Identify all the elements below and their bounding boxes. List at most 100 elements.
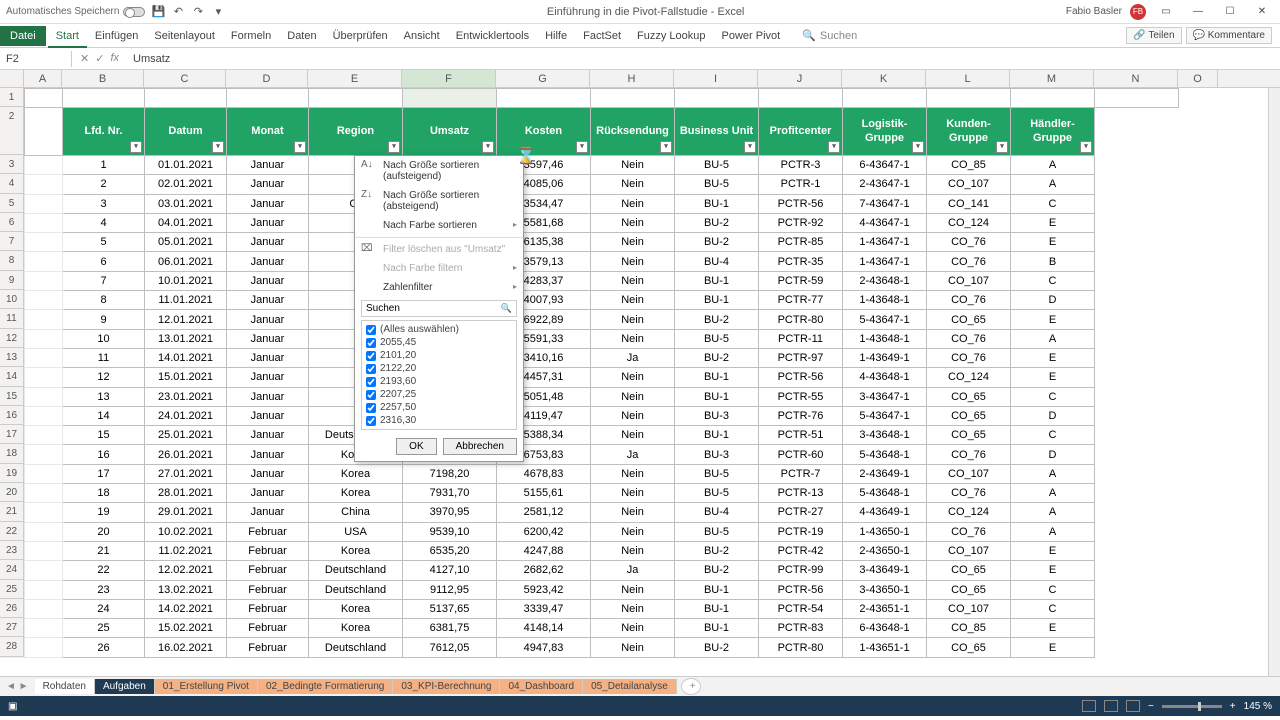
select-all-corner[interactable]	[0, 70, 24, 87]
tab-formeln[interactable]: Formeln	[223, 26, 279, 46]
cell[interactable]: BU-1	[675, 426, 759, 445]
col-header-A[interactable]: A	[24, 70, 62, 87]
cell[interactable]: PCTR-60	[759, 445, 843, 464]
zoom-level[interactable]: 145 %	[1244, 701, 1272, 712]
cell[interactable]: A	[1011, 329, 1095, 348]
cell[interactable]: CO_85	[927, 156, 1011, 175]
share-button[interactable]: 🔗 Teilen	[1126, 27, 1181, 44]
cell[interactable]: 01.01.2021	[145, 156, 227, 175]
header-kundengruppe[interactable]: Kunden-Gruppe ▾	[927, 108, 1011, 156]
cell[interactable]: Korea	[309, 599, 403, 618]
filter-cancel-button[interactable]: Abbrechen	[443, 438, 517, 455]
cell[interactable]: C	[1011, 426, 1095, 445]
sheet-tab-rohdaten[interactable]: Rohdaten	[35, 679, 95, 694]
cell[interactable]: Januar	[227, 406, 309, 425]
cell[interactable]: 5137,65	[403, 599, 497, 618]
cell[interactable]: BU-5	[675, 329, 759, 348]
cell[interactable]: Deutschland	[309, 638, 403, 657]
cell[interactable]: 5-43648-1	[843, 445, 927, 464]
zoom-slider[interactable]	[1162, 705, 1222, 708]
zoom-out-icon[interactable]: −	[1148, 701, 1154, 712]
cell[interactable]: 20	[63, 522, 145, 541]
sheet-tab-aufgaben[interactable]: Aufgaben	[95, 679, 155, 694]
filter-icon[interactable]: ▾	[130, 141, 142, 153]
sheet-tab-01erstellungpivot[interactable]: 01_Erstellung Pivot	[155, 679, 258, 694]
col-header-H[interactable]: H	[590, 70, 674, 87]
row-header-6[interactable]: 6	[0, 213, 24, 232]
cell[interactable]: BU-2	[675, 561, 759, 580]
cell[interactable]: Nein	[591, 619, 675, 638]
tab-fuzzy lookup[interactable]: Fuzzy Lookup	[629, 26, 713, 46]
cell[interactable]: 14.02.2021	[145, 599, 227, 618]
cell[interactable]: 4247,88	[497, 541, 591, 560]
cell[interactable]: BU-5	[675, 175, 759, 194]
tab-daten[interactable]: Daten	[279, 26, 324, 46]
record-macro-icon[interactable]: ▣	[8, 701, 17, 712]
row-header-3[interactable]: 3	[0, 155, 24, 174]
cell[interactable]: CO_65	[927, 387, 1011, 406]
row-header-10[interactable]: 10	[0, 290, 24, 309]
cell[interactable]: BU-5	[675, 522, 759, 541]
filter-icon[interactable]: ▾	[912, 141, 924, 153]
cell[interactable]: BU-1	[675, 291, 759, 310]
col-header-G[interactable]: G	[496, 70, 590, 87]
col-header-K[interactable]: K	[842, 70, 926, 87]
header-datum[interactable]: Datum ▾	[145, 108, 227, 156]
cell[interactable]: PCTR-13	[759, 484, 843, 503]
cell[interactable]: Januar	[227, 291, 309, 310]
sort-desc[interactable]: Z↓Nach Größe sortieren (absteigend)	[355, 186, 523, 216]
cell[interactable]: 5-43648-1	[843, 484, 927, 503]
filter-search[interactable]: Suchen🔍	[361, 300, 517, 317]
cell[interactable]: CO_76	[927, 522, 1011, 541]
filter-icon[interactable]: ▾	[294, 141, 306, 153]
sheet-tab-03kpiberechnung[interactable]: 03_KPI-Berechnung	[393, 679, 500, 694]
cell[interactable]: 5155,61	[497, 484, 591, 503]
cell[interactable]: Januar	[227, 233, 309, 252]
cell[interactable]: BU-2	[675, 541, 759, 560]
cell[interactable]: CO_76	[927, 484, 1011, 503]
filter-value[interactable]: 2316,30	[364, 414, 514, 427]
cell[interactable]: E	[1011, 561, 1095, 580]
cell[interactable]: Nein	[591, 213, 675, 232]
cell[interactable]: 7-43647-1	[843, 194, 927, 213]
cell[interactable]: Korea	[309, 484, 403, 503]
cell[interactable]: PCTR-35	[759, 252, 843, 271]
row-header-18[interactable]: 18	[0, 444, 24, 463]
cell[interactable]: 04.01.2021	[145, 213, 227, 232]
cell[interactable]: Korea	[309, 464, 403, 483]
cell[interactable]: Nein	[591, 503, 675, 522]
cell[interactable]: A	[1011, 484, 1095, 503]
cell[interactable]: Nein	[591, 252, 675, 271]
cell[interactable]: Februar	[227, 638, 309, 657]
cell[interactable]: 4-43648-1	[843, 368, 927, 387]
cell[interactable]: 15	[63, 426, 145, 445]
cell[interactable]: 7931,70	[403, 484, 497, 503]
vertical-scrollbar[interactable]	[1268, 88, 1280, 676]
cell[interactable]: PCTR-56	[759, 194, 843, 213]
filter-icon[interactable]: ▾	[482, 141, 494, 153]
cell[interactable]: 7	[63, 271, 145, 290]
cell[interactable]: 6381,75	[403, 619, 497, 638]
cell[interactable]: 1-43650-1	[843, 522, 927, 541]
cell[interactable]: Februar	[227, 541, 309, 560]
tab-entwicklertools[interactable]: Entwicklertools	[448, 26, 537, 46]
cell[interactable]: CO_107	[927, 175, 1011, 194]
cell[interactable]: BU-3	[675, 406, 759, 425]
name-box[interactable]: F2	[0, 51, 72, 67]
cell[interactable]: BU-1	[675, 580, 759, 599]
header-region[interactable]: Region ▾	[309, 108, 403, 156]
cell[interactable]: 4-43647-1	[843, 213, 927, 232]
cell[interactable]: 9	[63, 310, 145, 329]
fx-icon[interactable]: fx	[110, 52, 119, 65]
cell[interactable]: 1	[63, 156, 145, 175]
row-header-20[interactable]: 20	[0, 483, 24, 502]
cell[interactable]: CO_124	[927, 368, 1011, 387]
cell[interactable]: PCTR-51	[759, 426, 843, 445]
cell[interactable]: Januar	[227, 329, 309, 348]
cell[interactable]: Korea	[309, 619, 403, 638]
cell[interactable]: Februar	[227, 599, 309, 618]
filter-icon[interactable]: ▾	[1080, 141, 1092, 153]
cell[interactable]: A	[1011, 175, 1095, 194]
cell[interactable]: 2-43647-1	[843, 175, 927, 194]
cell[interactable]: 06.01.2021	[145, 252, 227, 271]
